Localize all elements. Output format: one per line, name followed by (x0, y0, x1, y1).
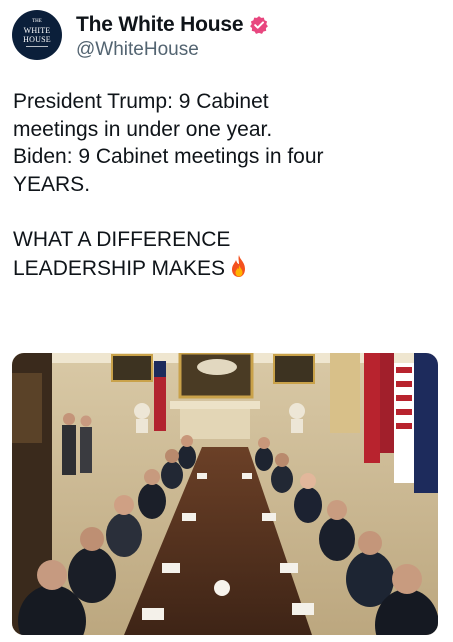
tweet-header: THE WHITE HOUSE The White House @WhiteHou… (12, 10, 442, 66)
photo-illustration (12, 353, 438, 635)
avatar-seal-text: THE (32, 19, 42, 24)
avatar-seal-rule (26, 46, 48, 47)
display-name[interactable]: The White House (76, 13, 244, 37)
name-row: The White House (76, 12, 269, 38)
avatar[interactable]: THE WHITE HOUSE (12, 10, 62, 60)
tweet-paragraph: President Trump: 9 Cabinet meetings in u… (13, 90, 324, 196)
fire-icon (232, 254, 246, 277)
user-handle[interactable]: @WhiteHouse (76, 39, 199, 61)
avatar-seal-text: WHITE HOUSE (23, 26, 51, 44)
tweet-paragraph-text: WHAT A DIFFERENCE LEADERSHIP MAKES (13, 228, 231, 280)
tweet-paragraph: WHAT A DIFFERENCE LEADERSHIP MAKES (13, 226, 438, 282)
cabinet-meeting-photo[interactable] (12, 353, 438, 635)
tweet-text: President Trump: 9 Cabinet meetings in u… (13, 88, 438, 283)
verified-badge-icon (250, 16, 269, 34)
